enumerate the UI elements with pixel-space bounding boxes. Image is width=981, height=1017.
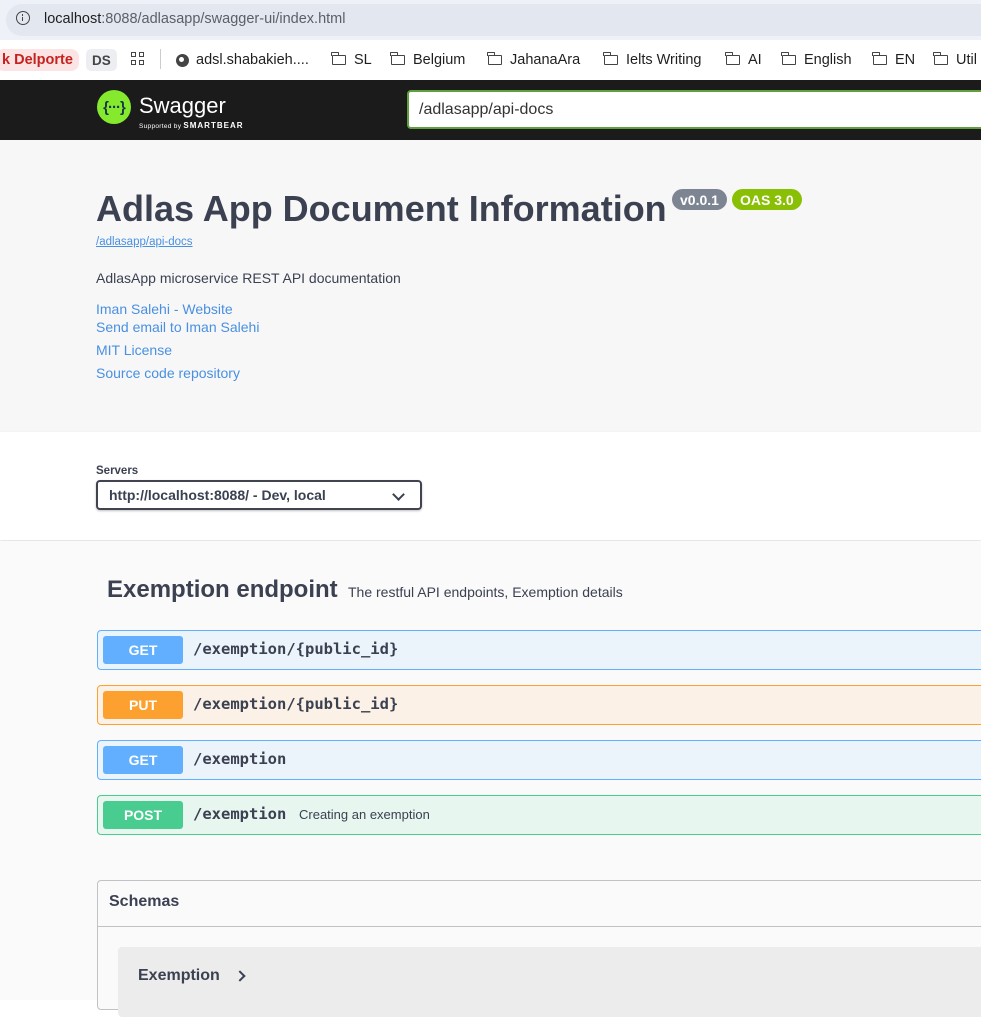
bookmark-folder-english[interactable]: English [781, 49, 852, 71]
servers-label: Servers [96, 465, 139, 477]
folder-icon [781, 52, 796, 65]
method-badge: GET [103, 636, 183, 664]
folder-icon [331, 52, 346, 65]
chevron-down-icon [392, 488, 405, 501]
swagger-logo-text[interactable]: Swagger [139, 93, 226, 119]
info-section [0, 140, 981, 432]
website-link[interactable]: Iman Salehi - Website [96, 301, 233, 317]
operation-get-exemption[interactable]: GET /exemption [97, 740, 981, 780]
method-badge: POST [103, 801, 183, 829]
chevron-right-icon [234, 970, 246, 982]
folder-icon [390, 52, 405, 65]
bookmark-folder-sl[interactable]: SL [331, 49, 372, 71]
operation-path: /exemption [193, 750, 287, 768]
schemas-title: Schemas [109, 893, 180, 910]
bookmark-folder-ai[interactable]: AI [725, 49, 762, 71]
api-description: AdlasApp microservice REST API documenta… [96, 270, 401, 286]
bookmark-site[interactable]: adsl.shabakieh.... [176, 49, 309, 71]
method-badge: PUT [103, 691, 183, 719]
selected-server: http://localhost:8088/ - Dev, local [109, 487, 326, 503]
api-docs-url-input[interactable] [407, 90, 981, 129]
bookmarks-bar: k Delporte DS adsl.shabakieh.... SL Belg… [0, 40, 981, 80]
tag-title[interactable]: Exemption endpoint [107, 576, 338, 604]
schemas-section: Schemas Exemption [97, 880, 981, 1017]
folder-icon [725, 52, 740, 65]
url-text[interactable]: localhost:8088/adlasapp/swagger-ui/index… [44, 11, 345, 27]
operation-post-exemption[interactable]: POST /exemption Creating an exemption [97, 795, 981, 835]
bookmark-folder-jahanaara[interactable]: JahanaAra [487, 49, 580, 71]
license-link[interactable]: MIT License [96, 342, 172, 358]
bookmark-folder-ielts[interactable]: Ielts Writing [603, 49, 701, 71]
schemas-header[interactable]: Schemas [98, 881, 981, 927]
operation-path: /exemption/{public_id} [193, 695, 399, 713]
source-code-link[interactable]: Source code repository [96, 365, 240, 381]
bookmark-folder-belgium[interactable]: Belgium [390, 49, 465, 71]
page-title: Adlas App Document Information [96, 188, 667, 229]
operation-put-exemption-by-id[interactable]: PUT /exemption/{public_id} [97, 685, 981, 725]
globe-icon [176, 53, 189, 67]
bookmark-folder-util[interactable]: Util [933, 49, 977, 71]
apps-grid-icon[interactable] [131, 52, 145, 66]
method-badge: GET [103, 746, 183, 774]
swagger-logo-subtext: Supported by SMARTBEAR [139, 121, 244, 130]
servers-select[interactable]: http://localhost:8088/ - Dev, local [96, 480, 422, 510]
api-docs-link[interactable]: /adlasapp/api-docs [96, 236, 193, 248]
folder-icon [933, 52, 948, 65]
email-link[interactable]: Send email to Iman Salehi [96, 319, 259, 335]
folder-icon [487, 52, 502, 65]
bookmark-folder-en[interactable]: EN [872, 49, 915, 71]
model-name: Exemption [138, 967, 220, 984]
operation-path: /exemption/{public_id} [193, 640, 399, 658]
site-info-icon[interactable] [16, 11, 30, 25]
operation-get-exemption-by-id[interactable]: GET /exemption/{public_id} [97, 630, 981, 670]
model-exemption[interactable]: Exemption [118, 947, 981, 1017]
bookmarks-separator [160, 49, 161, 69]
operation-summary: Creating an exemption [299, 807, 430, 822]
folder-icon [603, 52, 618, 65]
oas-badge: OAS 3.0 [732, 189, 802, 210]
tag-description: The restful API endpoints, Exemption det… [348, 584, 623, 600]
swagger-logo-icon[interactable]: {···} [97, 90, 131, 124]
operation-path: /exemption [193, 805, 287, 823]
browser-address-bar: localhost:8088/adlasapp/swagger-ui/index… [0, 0, 981, 40]
bookmark-delporte[interactable]: k Delporte [0, 49, 79, 71]
version-badge: v0.0.1 [672, 189, 727, 210]
folder-icon [872, 52, 887, 65]
bookmark-ds[interactable]: DS [86, 49, 117, 71]
